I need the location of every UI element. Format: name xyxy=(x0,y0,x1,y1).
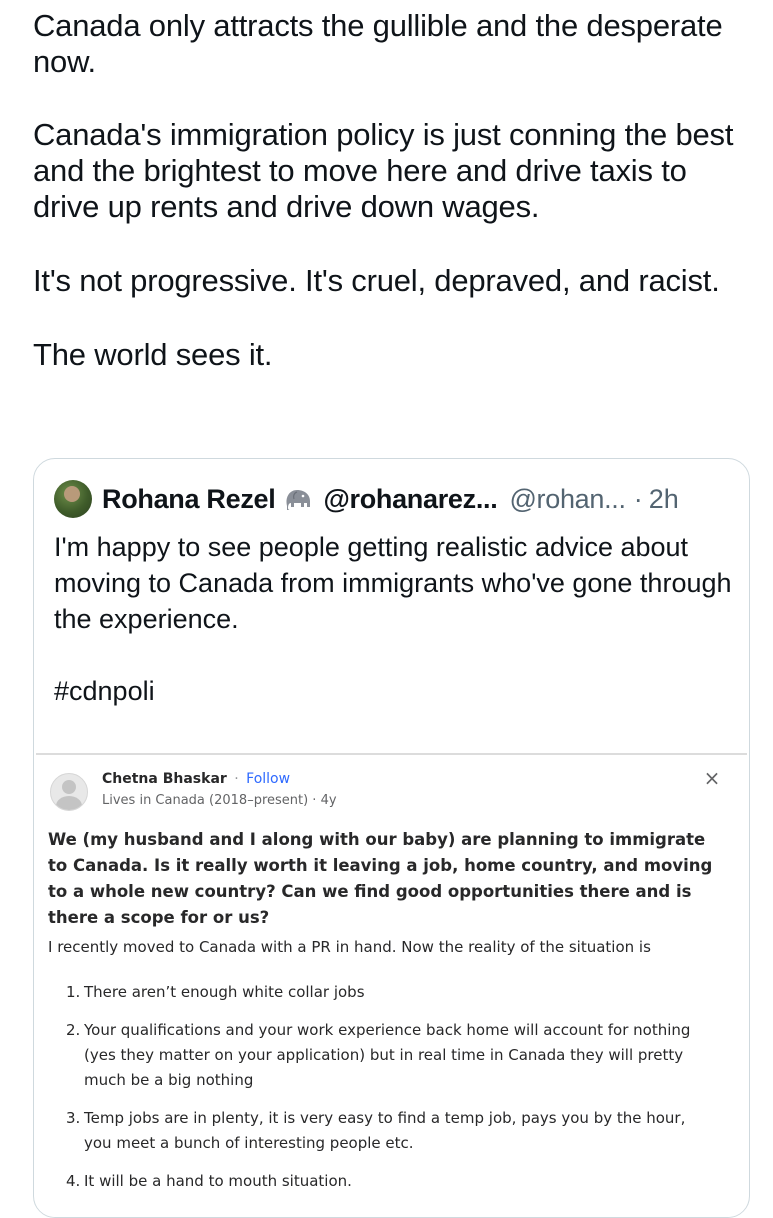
quoted-author-handle[interactable]: @rohan... xyxy=(509,484,626,515)
list-item-text: Temp jobs are in plenty, it is very easy… xyxy=(84,1109,686,1152)
quoted-text-paragraph: I'm happy to see people getting realisti… xyxy=(54,532,732,634)
embedded-question: We (my husband and I along with our baby… xyxy=(48,830,713,927)
avatar[interactable] xyxy=(54,480,92,518)
follow-link: Follow xyxy=(246,771,291,787)
embedded-answer-screenshot: Chetna Bhaskar · Follow Lives in Canada … xyxy=(36,753,747,1217)
list-item-text: It will be a hand to mouth situation. xyxy=(84,1172,352,1190)
list-item-number: 4. xyxy=(66,1172,81,1190)
list-item: 3. Temp jobs are in plenty, it is very e… xyxy=(66,1106,716,1156)
quoted-author-name[interactable]: Rohana Rezel xyxy=(102,484,276,515)
embedded-author-credential: Lives in Canada (2018–present) · 4y xyxy=(102,793,337,808)
embedded-author-row: Chetna Bhaskar · Follow xyxy=(102,771,290,787)
embedded-answer-list: 1. There aren’t enough white collar jobs… xyxy=(66,980,716,1207)
list-item-number: 1. xyxy=(66,983,81,1001)
tweet-paragraph: It's not progressive. It's cruel, deprav… xyxy=(33,263,720,298)
quoted-tweet-card[interactable]: Rohana Rezel @rohanarez... @rohan... · 2… xyxy=(33,458,750,1218)
list-item-text: There aren’t enough white collar jobs xyxy=(84,983,365,1001)
list-item: 2. Your qualifications and your work exp… xyxy=(66,1018,716,1093)
tweet-paragraph: The world sees it. xyxy=(33,337,273,372)
list-item: 4. It will be a hand to mouth situation. xyxy=(66,1169,716,1194)
embedded-answer-intro: I recently moved to Canada with a PR in … xyxy=(48,938,651,956)
close-icon: × xyxy=(703,766,721,790)
quoted-author-display-handle[interactable]: @rohanarez... xyxy=(323,484,497,515)
tweet-text: Canada only attracts the gullible and th… xyxy=(33,8,753,373)
tweet-paragraph: Canada's immigration policy is just conn… xyxy=(33,117,734,224)
list-item-number: 2. xyxy=(66,1021,81,1039)
quoted-tweet-text: I'm happy to see people getting realisti… xyxy=(54,529,734,709)
embedded-author-name: Chetna Bhaskar xyxy=(102,771,227,787)
list-item-number: 3. xyxy=(66,1109,81,1127)
separator-dot: · xyxy=(633,483,643,514)
separator-dot: · xyxy=(234,771,239,787)
quoted-timestamp[interactable]: 2h xyxy=(649,484,679,515)
avatar xyxy=(50,773,88,811)
quoted-tweet-header: Rohana Rezel @rohanarez... @rohan... · 2… xyxy=(54,479,679,519)
elephant-icon xyxy=(286,490,311,510)
hashtag-link[interactable]: #cdnpoli xyxy=(54,673,734,709)
list-item-text: Your qualifications and your work experi… xyxy=(84,1021,691,1089)
list-item: 1. There aren’t enough white collar jobs xyxy=(66,980,716,1005)
tweet-paragraph: Canada only attracts the gullible and th… xyxy=(33,8,723,79)
